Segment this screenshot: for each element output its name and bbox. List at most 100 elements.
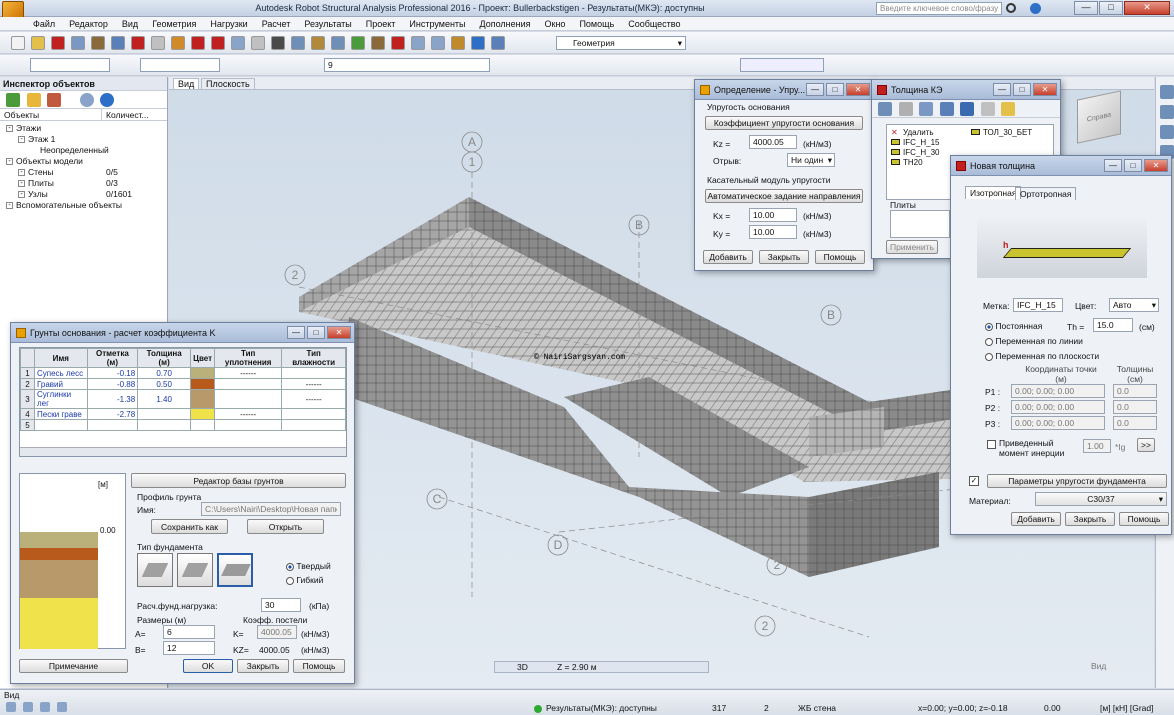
toolbar-tool-icon[interactable] <box>291 36 305 50</box>
toolbar-tool-icon[interactable] <box>111 36 125 50</box>
menu-item[interactable]: Окно <box>538 19 573 29</box>
toolbar-tool-icon[interactable] <box>211 36 225 50</box>
apply-button[interactable]: Применить <box>886 240 938 254</box>
minimize-button[interactable]: — <box>287 326 305 339</box>
soil-wetness[interactable] <box>281 419 346 431</box>
soil-wetness[interactable]: ------ <box>281 378 346 390</box>
expand-icon[interactable] <box>30 147 37 154</box>
soil-color-swatch[interactable] <box>190 419 216 431</box>
point-coords-input[interactable] <box>1011 384 1105 398</box>
table-row[interactable]: 4 Пески граве -2.78 ------ <box>20 408 346 420</box>
close-button[interactable]: ✕ <box>327 326 351 339</box>
soil-thickness[interactable]: 1.40 <box>137 389 192 409</box>
toolbar-tool-icon[interactable] <box>331 36 345 50</box>
table-scrollbar[interactable] <box>20 447 346 456</box>
kz-input[interactable] <box>749 135 797 149</box>
menu-item[interactable]: Проект <box>359 19 403 29</box>
search-icon[interactable] <box>1006 3 1016 13</box>
foundation-type-2-button[interactable] <box>177 553 213 587</box>
tree-item[interactable]: - Этажи <box>0 123 167 134</box>
node-icon[interactable] <box>57 702 67 712</box>
minimize-button[interactable]: — <box>1074 1 1098 15</box>
toolbar-tool-icon[interactable] <box>131 36 145 50</box>
rotate-icon[interactable] <box>1160 125 1174 139</box>
color-select[interactable]: Авто ▾ <box>1109 298 1159 312</box>
th-input[interactable] <box>1093 318 1133 332</box>
elastic-checkbox[interactable]: ✓ <box>969 476 979 486</box>
new-thickness-titlebar[interactable]: Новая толщина — □ ✕ <box>951 156 1171 176</box>
toolbar-tool-icon[interactable] <box>31 36 45 50</box>
toolbar-tool-icon[interactable] <box>191 36 205 50</box>
expand-icon[interactable]: - <box>6 125 13 133</box>
soil-color-swatch[interactable] <box>190 378 216 390</box>
maximize-button[interactable]: □ <box>307 326 325 339</box>
inertia-input[interactable] <box>1083 439 1111 453</box>
var-plane-radio[interactable]: Переменная по плоскости <box>985 351 1099 361</box>
tab-orthotropic[interactable]: Ортотропная <box>1015 187 1077 200</box>
tab-isotropic[interactable]: Изотропная <box>965 186 1022 199</box>
toolbar-tool-icon[interactable] <box>91 36 105 50</box>
column-header[interactable]: Цвет <box>190 348 216 368</box>
thickness-item[interactable]: IFC_H_15 <box>891 138 939 147</box>
search-input[interactable]: Введите ключевое слово/фразу <box>876 2 1002 15</box>
grid-icon[interactable] <box>6 702 16 712</box>
menu-item[interactable]: Редактор <box>62 19 115 29</box>
toolbar-tool-icon[interactable] <box>391 36 405 50</box>
thickness-titlebar[interactable]: Толщина КЭ — □ ✕ <box>872 80 1060 100</box>
note-button[interactable]: Примечание <box>19 659 128 673</box>
maximize-button[interactable]: □ <box>1124 159 1142 172</box>
close-dialog-button[interactable]: Закрыть <box>237 659 289 673</box>
table-row[interactable]: 5 <box>20 419 346 431</box>
ok-button[interactable]: OK <box>183 659 233 673</box>
soil-thickness[interactable]: 0.50 <box>137 378 192 390</box>
toolbar-tool-icon[interactable] <box>171 36 185 50</box>
soil-density[interactable] <box>214 389 283 409</box>
soil-dialog-titlebar[interactable]: Грунты основания - расчет коэффициента K… <box>11 323 354 343</box>
k-input[interactable] <box>257 625 297 639</box>
table-row[interactable]: 3 Суглинки лег -1.38 1.40 ------ <box>20 389 346 409</box>
toolbar-tool-icon[interactable] <box>71 36 85 50</box>
tree-item[interactable]: - Стены 0/5 <box>0 167 167 178</box>
close-button[interactable]: ✕ <box>1124 1 1170 15</box>
soil-density[interactable]: ------ <box>214 408 283 420</box>
soil-name[interactable]: Пески граве <box>34 408 88 420</box>
table-row[interactable]: 1 Супесь лесс -0.18 0.70 ------ <box>20 367 346 379</box>
close-button[interactable]: ✕ <box>1144 159 1168 172</box>
thickness-item[interactable]: ✕ Удалить <box>891 128 934 137</box>
toolbar-tool-icon[interactable] <box>51 36 65 50</box>
open-button[interactable]: Открыть <box>247 519 324 534</box>
combo-2[interactable] <box>140 58 220 72</box>
toolbar-tool-icon[interactable] <box>11 36 25 50</box>
grid-icon[interactable] <box>939 102 954 116</box>
soil-color-swatch[interactable] <box>190 408 216 420</box>
column-header[interactable]: Толщина (м) <box>137 348 192 368</box>
kx-input[interactable] <box>749 208 797 222</box>
soil-name[interactable]: Супесь лесс <box>34 367 88 379</box>
table-icon[interactable] <box>960 102 975 116</box>
view-mode[interactable]: 3D <box>517 662 528 672</box>
z-level[interactable]: Z = 2.90 м <box>557 662 597 672</box>
column-header[interactable]: Тип уплотнения <box>214 348 283 368</box>
menu-item[interactable]: Геометрия <box>145 19 203 29</box>
close-dialog-button[interactable]: Закрыть <box>759 250 809 264</box>
delete-icon[interactable] <box>898 102 913 116</box>
point-coords-input[interactable] <box>1011 400 1105 414</box>
toolbar-tool-icon[interactable] <box>271 36 285 50</box>
toolbar-tool-icon[interactable] <box>491 36 505 50</box>
soil-density[interactable] <box>214 378 283 390</box>
status-units[interactable]: [м] [кН] [Grad] <box>1100 703 1154 713</box>
menu-item[interactable]: Результаты <box>297 19 358 29</box>
menu-item[interactable]: Помощь <box>572 19 621 29</box>
toolbar-tool-icon[interactable] <box>371 36 385 50</box>
help-icon[interactable] <box>1030 3 1041 14</box>
menu-item[interactable]: Вид <box>115 19 145 29</box>
tree-item[interactable]: Неопределенный <box>0 145 167 156</box>
column-header[interactable]: Имя <box>34 348 88 368</box>
thickness-item[interactable]: TH20 <box>891 158 923 167</box>
toolbar-tool-icon[interactable] <box>311 36 325 50</box>
filter-icon[interactable] <box>6 93 20 107</box>
soil-thickness[interactable] <box>137 419 192 431</box>
plates-field[interactable] <box>890 210 950 238</box>
toolbar-tool-icon[interactable] <box>251 36 265 50</box>
soil-name[interactable]: Гравий <box>34 378 88 390</box>
